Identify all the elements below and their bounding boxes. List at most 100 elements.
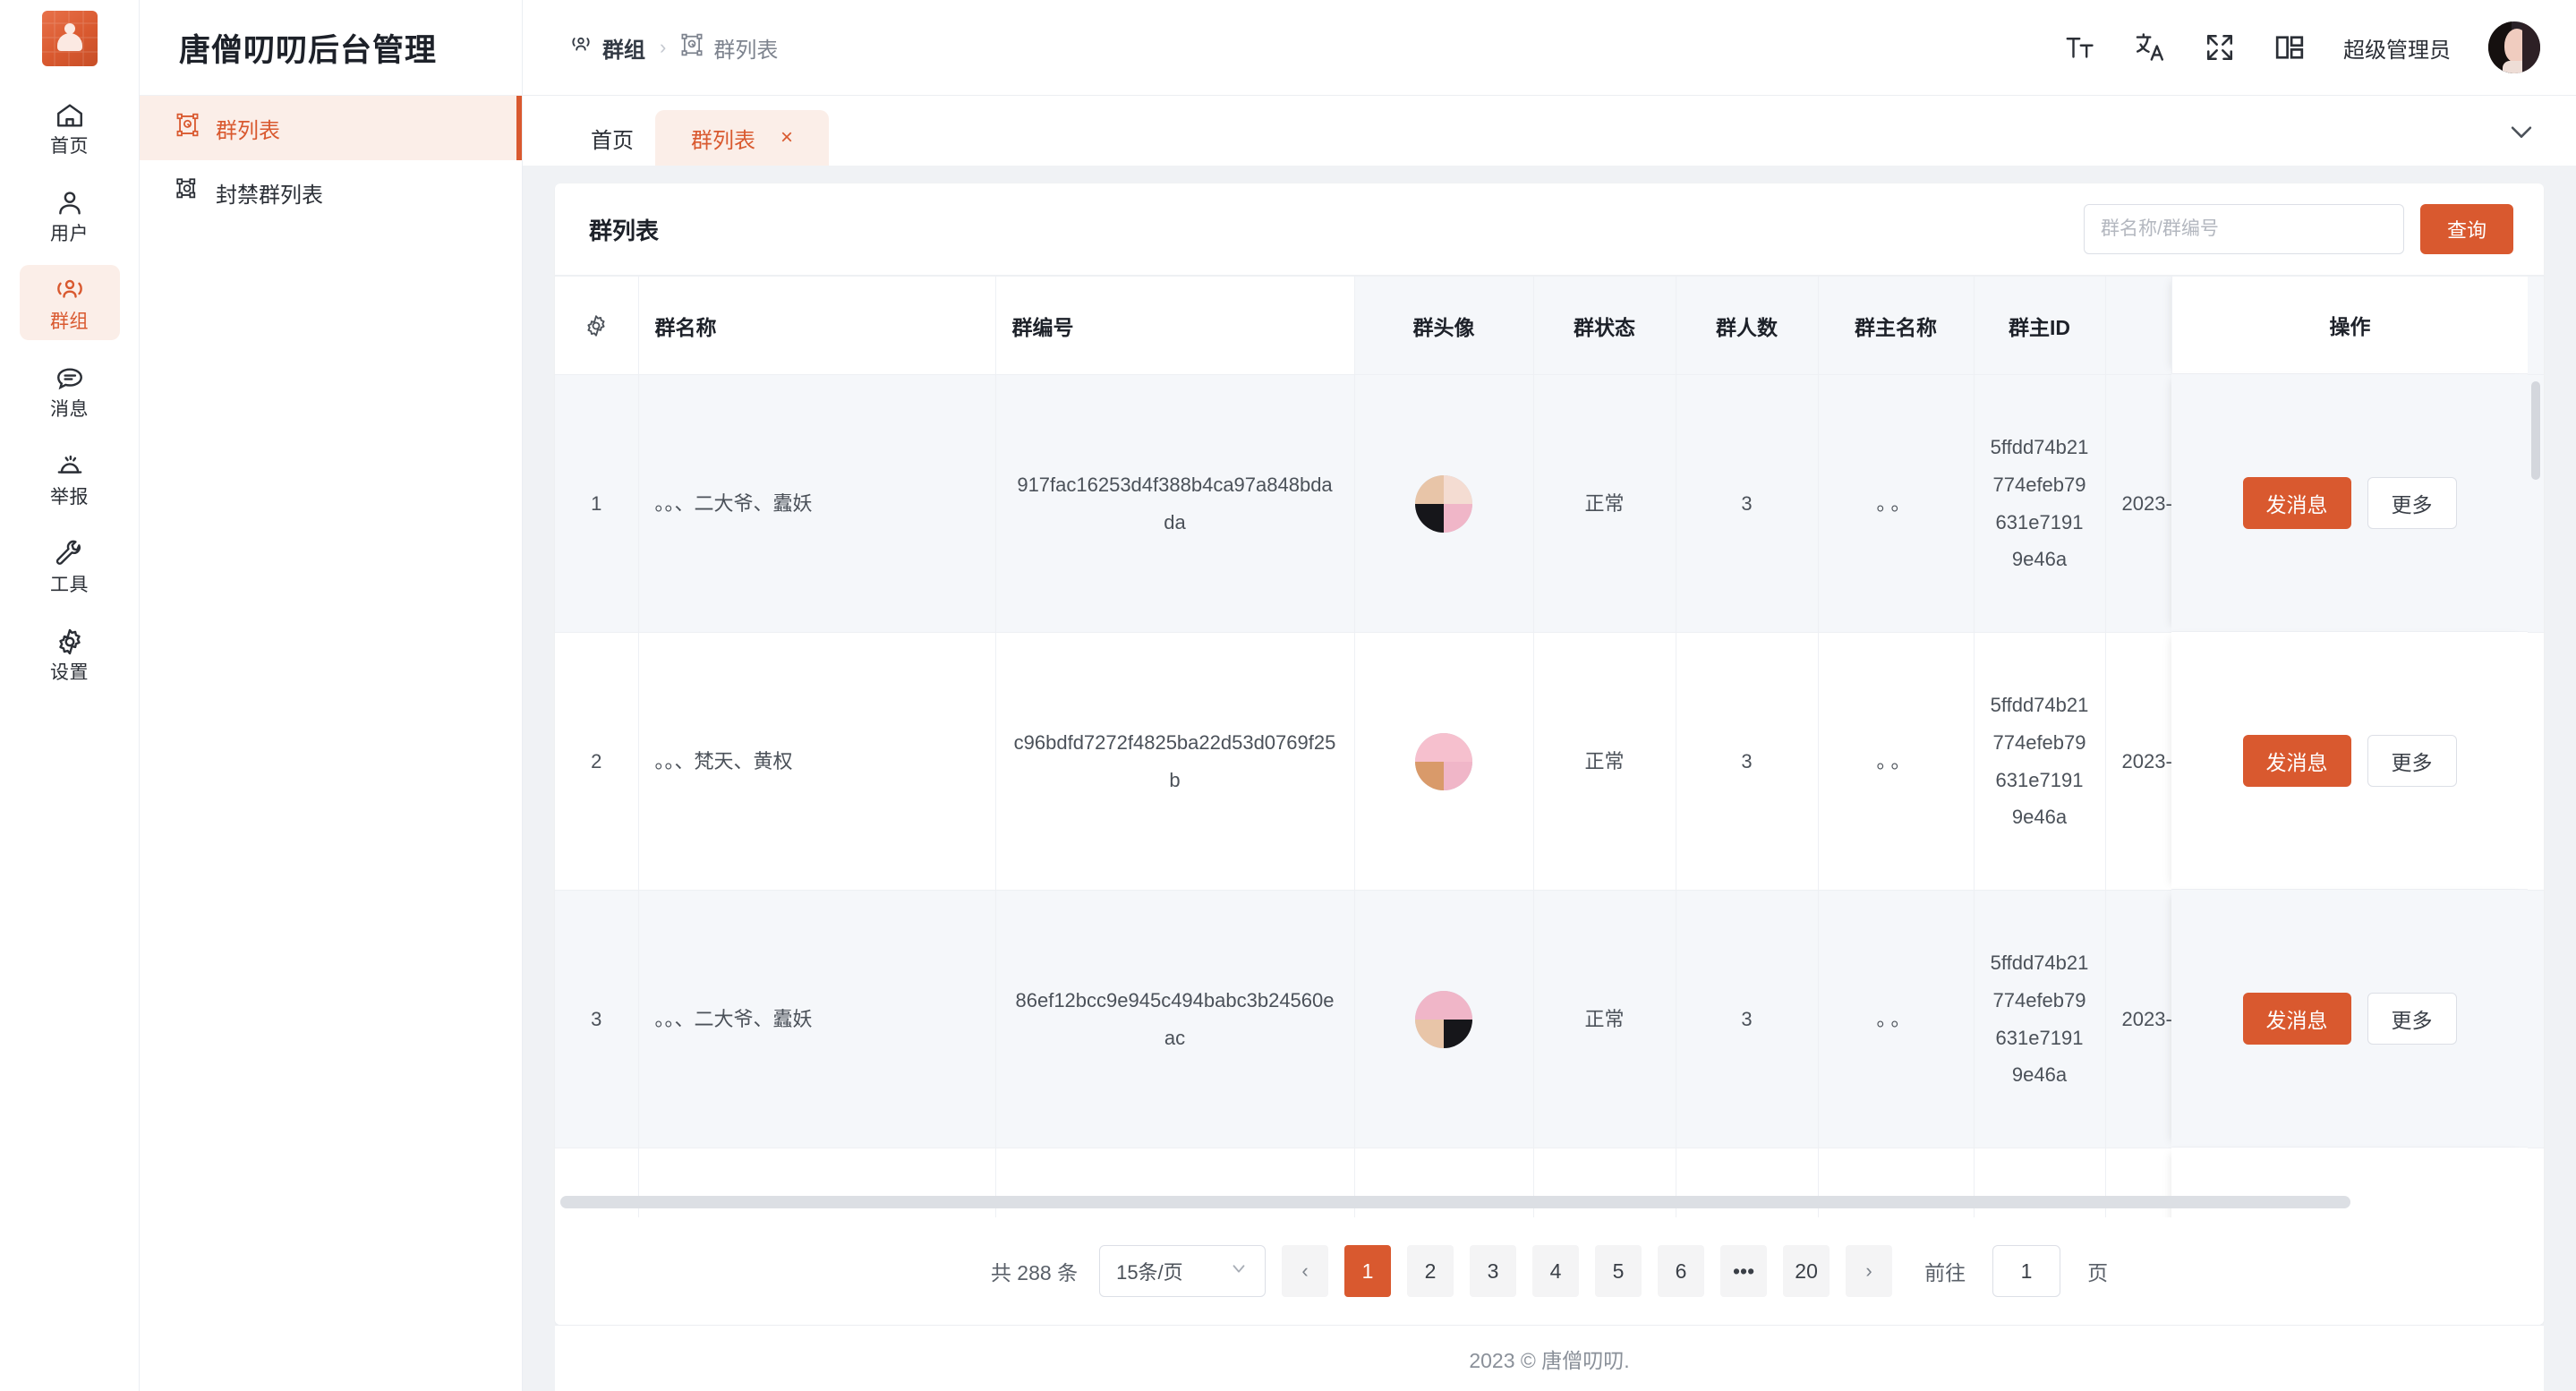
column-header-status[interactable]: 群状态 — [1533, 276, 1676, 375]
cell-index: 3 — [555, 890, 639, 1148]
rail-item-message[interactable]: 消息 — [20, 353, 120, 428]
user-icon — [55, 188, 85, 218]
group-list-icon — [175, 113, 200, 143]
cell-owner-name: 。。 — [1818, 374, 1975, 633]
more-button[interactable]: 更多 — [2367, 476, 2457, 529]
cell-members: 3 — [1676, 890, 1819, 1148]
close-icon[interactable]: × — [780, 127, 793, 149]
font-size-icon[interactable] — [2064, 31, 2096, 64]
group-list-card: 群列表 查询 — [555, 183, 2544, 1325]
send-message-button[interactable]: 发消息 — [2242, 992, 2351, 1045]
rail-item-home[interactable]: 首页 — [20, 90, 120, 165]
sidebar-item-group-list[interactable]: 群列表 — [140, 96, 522, 160]
avatar[interactable] — [2488, 21, 2540, 73]
breadcrumb-item-group-list[interactable]: 群列表 — [680, 32, 778, 64]
rail-item-user[interactable]: 用户 — [20, 177, 120, 252]
row-actions: 发消息 更多 — [2171, 374, 2528, 632]
rail-label: 群组 — [50, 311, 89, 332]
content-area: 群列表 查询 — [523, 166, 2576, 1391]
rail-item-tools[interactable]: 工具 — [20, 528, 120, 603]
cell-status: 正常 — [1533, 374, 1676, 633]
group-icon — [569, 33, 593, 63]
column-header-members[interactable]: 群人数 — [1676, 276, 1819, 375]
translate-icon[interactable] — [2134, 31, 2166, 64]
icon-rail: 首页 用户 群组 消息 举报 工具 设置 — [0, 0, 140, 1391]
pagination-goto-input[interactable] — [1992, 1245, 2061, 1297]
column-header-owner-id[interactable]: 群主ID — [1974, 276, 2106, 375]
cell-group-code: c96bdfd7272f4825ba22d53d0769f25b — [995, 632, 1355, 891]
cell-members: 3 — [1676, 374, 1819, 633]
pagination-page-3[interactable]: 3 — [1470, 1245, 1517, 1297]
query-button[interactable]: 查询 — [2419, 204, 2513, 254]
more-button[interactable]: 更多 — [2367, 734, 2457, 787]
admin-user-name[interactable]: 超级管理员 — [2343, 32, 2451, 64]
more-button[interactable]: 更多 — [2367, 992, 2457, 1045]
cell-group-avatar — [1354, 374, 1534, 633]
search-input[interactable] — [2083, 204, 2404, 254]
pagination-next[interactable]: › — [1846, 1245, 1893, 1297]
cell-group-name: 。。、二大爷、蠹妖 — [638, 374, 996, 633]
sidebar-item-banned-group-list[interactable]: 封禁群列表 — [140, 160, 522, 225]
column-settings-button[interactable] — [555, 276, 639, 375]
chevron-down-icon[interactable] — [2506, 116, 2537, 151]
column-header-owner-name[interactable]: 群主名称 — [1818, 276, 1975, 375]
pagination-page-1[interactable]: 1 — [1344, 1245, 1392, 1297]
horizontal-scrollbar — [555, 1196, 2544, 1208]
pagination-prev[interactable]: ‹ — [1282, 1245, 1329, 1297]
page-size-value: 15条/页 — [1116, 1261, 1183, 1284]
report-icon — [55, 451, 85, 482]
send-message-button[interactable]: 发消息 — [2242, 476, 2351, 529]
group-list-icon — [680, 33, 704, 63]
pagination-page-6[interactable]: 6 — [1658, 1245, 1705, 1297]
rail-label: 工具 — [50, 575, 89, 595]
cell-group-code: 917fac16253d4f388b4ca97a848bdada — [995, 374, 1355, 633]
horizontal-scrollbar-thumb[interactable] — [560, 1196, 2350, 1208]
footer: 2023 © 唐僧叨叨. — [555, 1325, 2544, 1391]
rail-item-group[interactable]: 群组 — [19, 265, 120, 340]
cell-owner-id: 5ffdd74b21774efeb79631e71919e46a — [1974, 374, 2106, 633]
send-message-button[interactable]: 发消息 — [2242, 734, 2351, 787]
card-title: 群列表 — [589, 217, 660, 244]
pagination-ellipsis[interactable]: ••• — [1720, 1245, 1768, 1297]
layout-icon[interactable] — [2273, 31, 2306, 64]
pagination-page-20[interactable]: 20 — [1783, 1245, 1830, 1297]
card-header-actions: 查询 — [2083, 204, 2513, 254]
rail-item-settings[interactable]: 设置 — [20, 616, 120, 691]
cell-index: 1 — [555, 374, 639, 633]
pagination-page-4[interactable]: 4 — [1532, 1245, 1580, 1297]
column-header-avatar[interactable]: 群头像 — [1354, 276, 1534, 375]
pagination-total: 共 288 条 — [990, 1261, 1079, 1284]
column-header-created-at[interactable]: 创建时间 — [2105, 276, 2544, 375]
page-size-select[interactable]: 15条/页 — [1099, 1245, 1267, 1297]
cell-group-code: 86ef12bcc9e945c494babc3b24560eac — [995, 890, 1355, 1148]
pagination-page-2[interactable]: 2 — [1407, 1245, 1454, 1297]
rail-item-report[interactable]: 举报 — [20, 440, 120, 516]
cell-owner-name: 。。 — [1818, 890, 1975, 1148]
main-area: 群组 › 群列表 超级管理员 首页 群列表 × 群列表 群名称/群编号 查询 群… — [523, 0, 2576, 1391]
column-header-code[interactable]: 群编号 — [995, 276, 1355, 375]
monk-figure-icon — [56, 23, 83, 54]
top-bar: 群组 › 群列表 超级管理员 — [523, 0, 2576, 96]
breadcrumb-label: 群组 — [602, 38, 645, 63]
fullscreen-icon[interactable] — [2204, 31, 2236, 64]
table-container: 群名称 群编号 群头像 群状态 群人数 群主名称 群主ID 创建时间 1 。。、… — [555, 276, 2544, 1217]
cell-members: 3 — [1676, 632, 1819, 891]
vertical-scrollbar-thumb[interactable] — [2531, 381, 2540, 480]
monk-logo-icon[interactable] — [41, 11, 98, 66]
cell-owner-id: 5ffdd74b21774efeb79631e71919e46a — [1974, 890, 2106, 1148]
tab-group-list[interactable]: 群列表 × — [655, 110, 830, 166]
cell-status: 正常 — [1533, 632, 1676, 891]
pagination-page-5[interactable]: 5 — [1595, 1245, 1642, 1297]
tab-label: 首页 — [591, 128, 634, 153]
sub-sidebar: 唐僧叨叨后台管理 群列表 封禁群列表 — [140, 0, 523, 1391]
cell-group-avatar — [1354, 890, 1534, 1148]
cell-group-name: 。。、二大爷、蠹妖 — [638, 890, 996, 1148]
row-actions: 发消息 更多 — [2171, 632, 2528, 890]
tab-home[interactable]: 首页 — [569, 110, 655, 166]
breadcrumb-item-group[interactable]: 群组 — [569, 32, 645, 64]
breadcrumb-separator: › — [660, 36, 667, 58]
column-header-name[interactable]: 群名称 — [638, 276, 996, 375]
app-root: 首页 用户 群组 消息 举报 工具 设置 唐僧叨叨后台管理 群列表 封禁群列表 … — [0, 0, 2576, 1391]
sidebar-item-label: 群列表 — [216, 118, 280, 143]
gear-icon — [571, 313, 622, 338]
